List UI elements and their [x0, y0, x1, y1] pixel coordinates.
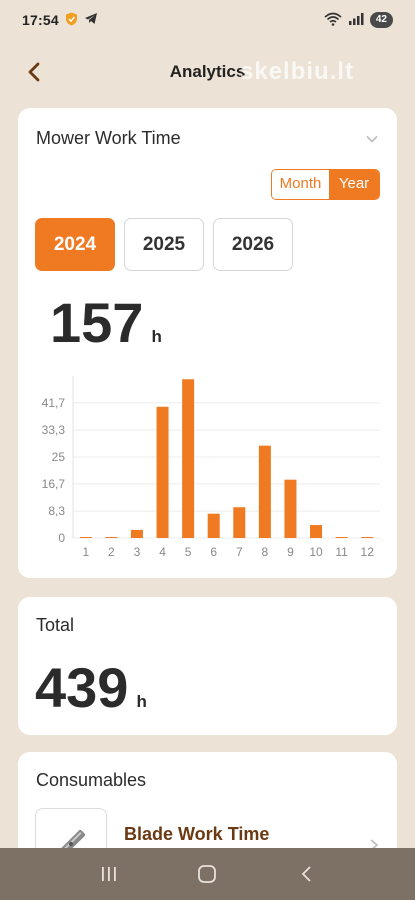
year-selector: 2024 2025 2026: [35, 218, 293, 271]
year-button-2024[interactable]: 2024: [35, 218, 115, 271]
toggle-month[interactable]: Month: [272, 170, 329, 199]
chevron-left-icon: [28, 62, 40, 82]
x-tick-label: 6: [210, 545, 217, 559]
consumables-title: Consumables: [36, 770, 147, 790]
app-header: Analytics skelbiu.lt: [0, 48, 415, 96]
shield-icon: [65, 12, 78, 29]
status-right: 42: [324, 12, 393, 29]
home-button[interactable]: [187, 854, 227, 894]
total-unit: h: [136, 692, 147, 711]
status-left: 17:54: [22, 12, 98, 29]
work-time-unit: h: [151, 327, 162, 346]
total-card: Total 439 h: [18, 597, 397, 735]
wifi-icon: [324, 12, 342, 29]
x-tick-label: 7: [236, 545, 243, 559]
back-button[interactable]: [20, 58, 48, 86]
y-tick-label: 0: [58, 531, 65, 545]
blade-work-time-label[interactable]: Blade Work Time: [124, 824, 269, 845]
x-tick-label: 4: [159, 545, 166, 559]
work-time-value: 157 h: [50, 290, 162, 355]
year-button-2026[interactable]: 2026: [213, 218, 293, 271]
chart-bar: [233, 507, 246, 538]
x-tick-label: 1: [82, 545, 89, 559]
back-icon: [301, 866, 311, 882]
chart-bar: [130, 529, 143, 538]
signal-icon: [348, 12, 364, 28]
status-time: 17:54: [22, 12, 59, 28]
telegram-icon: [84, 12, 98, 28]
work-time-title: Mower Work Time: [36, 128, 181, 148]
chart-bar: [79, 537, 92, 538]
chart-bar: [258, 445, 271, 538]
period-toggle: Month Year: [271, 169, 380, 200]
x-tick-label: 5: [185, 545, 192, 559]
y-tick-label: 41,7: [42, 396, 66, 410]
battery-indicator: 42: [369, 12, 393, 28]
back-nav-button[interactable]: [286, 854, 326, 894]
y-tick-label: 16,7: [42, 477, 66, 491]
chart-bar: [335, 537, 348, 538]
x-tick-label: 3: [134, 545, 141, 559]
recent-apps-icon: [102, 867, 116, 881]
chart-bar: [182, 379, 195, 538]
home-icon: [198, 865, 217, 883]
chart-bar: [361, 537, 374, 538]
year-button-2025[interactable]: 2025: [124, 218, 204, 271]
chevron-down-icon[interactable]: [365, 132, 379, 146]
recent-apps-button[interactable]: [89, 854, 129, 894]
x-tick-label: 2: [108, 545, 115, 559]
total-title: Total: [36, 615, 75, 635]
x-tick-label: 9: [287, 545, 294, 559]
y-tick-label: 25: [52, 450, 66, 464]
chart-bar: [105, 537, 118, 538]
watermark: skelbiu.lt: [240, 58, 355, 85]
chart-bar: [284, 479, 297, 538]
y-tick-label: 33,3: [42, 423, 66, 437]
status-bar: 17:54 42: [0, 0, 415, 40]
system-nav-bar: [0, 848, 415, 900]
chart-bar: [156, 406, 169, 538]
chart-bar: [310, 525, 323, 538]
toggle-year[interactable]: Year: [329, 170, 379, 199]
x-tick-label: 12: [361, 545, 375, 559]
work-time-number: 157: [50, 291, 144, 354]
total-number: 439: [35, 656, 129, 719]
work-time-card: Mower Work Time Month Year 2024 2025 202…: [18, 108, 397, 578]
page-title: Analytics: [169, 62, 246, 81]
x-tick-label: 11: [335, 545, 348, 559]
total-value: 439 h: [35, 655, 147, 720]
monthly-bar-chart: 08,316,72533,341,71 2 3 4 5 6 7 8 9 10 11 12: [42, 376, 380, 559]
y-tick-label: 8,3: [48, 504, 65, 518]
x-tick-label: 8: [262, 545, 269, 559]
chart-bar: [207, 513, 220, 538]
x-tick-label: 10: [309, 545, 323, 559]
